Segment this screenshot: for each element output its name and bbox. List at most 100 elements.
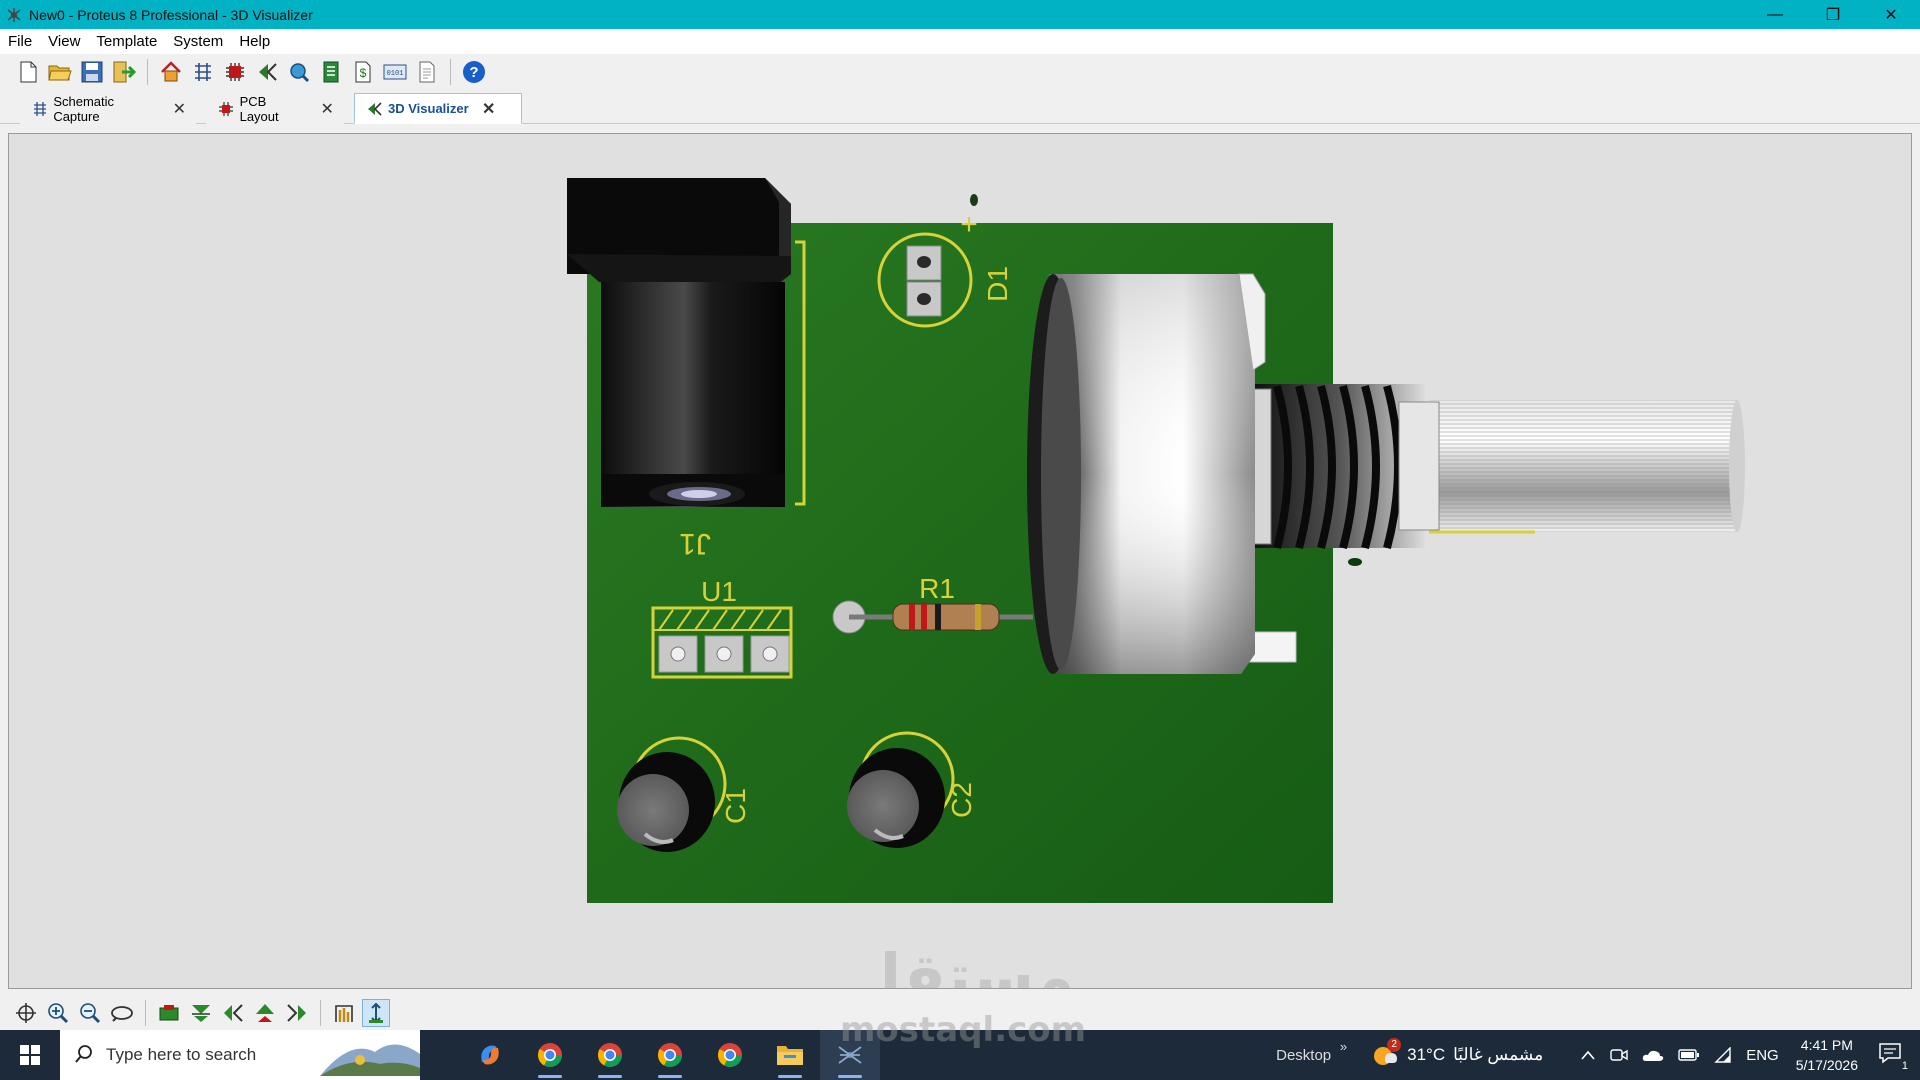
tab-label: 3D Visualizer <box>388 101 469 116</box>
j1-label: J1 <box>679 527 711 560</box>
gerber-viewer-icon[interactable] <box>285 58 313 86</box>
bom-icon[interactable] <box>317 58 345 86</box>
u1-label: U1 <box>701 576 737 607</box>
zoom-out-icon[interactable] <box>76 999 104 1027</box>
new-file-icon[interactable] <box>14 58 42 86</box>
watermark-arabic: مستقل <box>848 940 1075 989</box>
main-toolbar: $ 0101 ? <box>0 54 1920 90</box>
notification-count-badge: 1 <box>1901 1060 1908 1072</box>
open-folder-icon[interactable] <box>46 58 74 86</box>
save-icon[interactable] <box>78 58 106 86</box>
svg-text:?: ? <box>469 64 478 81</box>
system-tray: Desktop » 2 31°C مشمس غالبًا ENG 4:41 PM… <box>1276 1030 1920 1080</box>
menu-help[interactable]: Help <box>231 33 278 50</box>
schematic-icon <box>31 100 48 118</box>
height-gauge-icon[interactable] <box>330 999 358 1027</box>
menu-view[interactable]: View <box>40 33 88 50</box>
maximize-button[interactable]: ❐ <box>1804 0 1862 29</box>
file-explorer-icon[interactable] <box>760 1030 820 1080</box>
r1-label: R1 <box>919 573 955 604</box>
notes-icon[interactable] <box>413 58 441 86</box>
help-icon[interactable]: ? <box>460 58 488 86</box>
search-highlight-icon <box>320 1044 420 1076</box>
desktop-chevron-icon: » <box>1339 1038 1348 1054</box>
desktop-toolbar-label[interactable]: Desktop » <box>1276 1039 1347 1064</box>
back-view-icon[interactable] <box>251 999 279 1027</box>
weather-sun-icon: 2 <box>1371 1038 1402 1069</box>
tab-label: PCB Layout <box>239 93 279 124</box>
menu-system[interactable]: System <box>165 33 231 50</box>
chrome-icon[interactable] <box>580 1030 640 1080</box>
3d-visualizer-icon[interactable] <box>253 58 281 86</box>
toolbar-separator <box>147 59 148 85</box>
toolbar-separator <box>145 1000 146 1026</box>
weather-description: مشمس غالبًا <box>1453 1045 1544 1064</box>
chrome-icon[interactable] <box>520 1030 580 1080</box>
pan-icon[interactable] <box>12 999 40 1027</box>
search-icon <box>74 1044 94 1067</box>
tab-schematic-capture[interactable]: Schematic Capture ✕ <box>20 93 196 124</box>
clock-time: 4:41 PM <box>1800 1037 1853 1053</box>
taskbar-search-input[interactable]: Type here to search <box>60 1030 420 1080</box>
component-height-icon[interactable] <box>362 999 390 1027</box>
tab-label: Schematic Capture <box>53 93 115 124</box>
potentiometer <box>1027 273 1745 674</box>
d1-label: D1 <box>982 266 1013 302</box>
svg-text:0101: 0101 <box>387 70 404 78</box>
language-indicator[interactable]: ENG <box>1746 1047 1779 1064</box>
show-hidden-icons-chevron[interactable] <box>1580 1049 1596 1061</box>
close-tab-icon[interactable]: ✕ <box>172 99 187 119</box>
close-tab-icon[interactable]: ✕ <box>481 99 497 119</box>
document-tabs: Schematic Capture ✕ PCB Layout ✕ 3D Visu… <box>0 90 1920 124</box>
chrome-icon[interactable] <box>700 1030 760 1080</box>
menu-template[interactable]: Template <box>88 33 165 50</box>
c1-label: C1 <box>720 788 751 824</box>
toolbar-separator <box>450 59 451 85</box>
top-view-icon[interactable] <box>155 999 183 1027</box>
minimize-button[interactable]: — <box>1746 0 1804 29</box>
pcb-3d-render: J1 + D1 U1 R1 C1 C2 مستقل <box>567 178 1745 989</box>
schematic-icon[interactable] <box>189 58 217 86</box>
vsm-studio-icon[interactable]: 0101 <box>381 58 409 86</box>
search-placeholder: Type here to search <box>106 1045 257 1064</box>
window-title: New0 - Proteus 8 Professional - 3D Visua… <box>29 6 313 23</box>
right-view-icon[interactable] <box>283 999 311 1027</box>
tab-3d-visualizer[interactable]: 3D Visualizer ✕ <box>354 93 522 124</box>
battery-icon[interactable] <box>1678 1049 1700 1061</box>
pcb-chip-icon <box>217 100 235 118</box>
orbit-icon[interactable] <box>108 999 136 1027</box>
chrome-icon[interactable] <box>640 1030 700 1080</box>
weather-widget[interactable]: 2 31°C مشمس غالبًا <box>1371 1038 1544 1069</box>
zoom-in-icon[interactable] <box>44 999 72 1027</box>
menu-file[interactable]: File <box>0 33 40 50</box>
design-explorer-icon[interactable]: $ <box>349 58 377 86</box>
pcb-icon[interactable] <box>221 58 249 86</box>
close-button[interactable]: ✕ <box>1862 0 1920 29</box>
import-icon[interactable] <box>110 58 138 86</box>
clock-date: 5/17/2026 <box>1795 1057 1858 1073</box>
svg-text:$: $ <box>360 66 367 80</box>
menu-bar: File View Template System Help <box>0 29 1920 54</box>
notification-center-icon[interactable]: 1 <box>1878 1042 1908 1072</box>
weather-temperature: 31°C <box>1407 1045 1446 1064</box>
c2-label: C2 <box>946 782 977 818</box>
d1-polarity-label: + <box>960 208 978 241</box>
onedrive-icon[interactable] <box>1642 1048 1664 1062</box>
front-view-icon[interactable] <box>187 999 215 1027</box>
wifi-icon[interactable] <box>1714 1047 1732 1063</box>
home-icon[interactable] <box>157 58 185 86</box>
3d-viewport[interactable]: J1 + D1 U1 R1 C1 C2 مستقل <box>8 133 1912 989</box>
copilot-icon[interactable] <box>460 1030 520 1080</box>
title-bar: New0 - Proteus 8 Professional - 3D Visua… <box>0 0 1920 29</box>
desktop-label: Desktop <box>1276 1046 1332 1064</box>
watermark-latin: mostaql.com <box>840 1010 1087 1050</box>
close-tab-icon[interactable]: ✕ <box>319 99 335 119</box>
3d-visualizer-icon <box>365 100 383 118</box>
tab-pcb-layout[interactable]: PCB Layout ✕ <box>206 93 344 124</box>
taskbar-clock[interactable]: 4:41 PM 5/17/2026 <box>1796 1035 1858 1075</box>
toolbar-separator <box>320 1000 321 1026</box>
windows-start-icon[interactable] <box>0 1030 60 1080</box>
meet-now-icon[interactable] <box>1610 1047 1628 1063</box>
left-view-icon[interactable] <box>219 999 247 1027</box>
proteus-app-icon[interactable] <box>5 6 23 24</box>
